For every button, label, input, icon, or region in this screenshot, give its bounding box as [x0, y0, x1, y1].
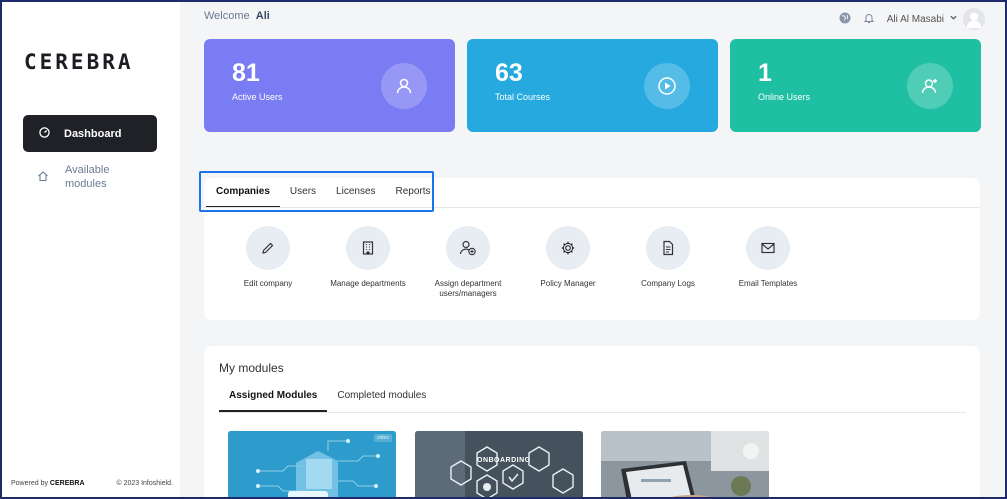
gear-icon	[546, 226, 590, 270]
bell-icon[interactable]	[863, 12, 875, 27]
gauge-icon	[39, 126, 50, 141]
module-thumbnail-illustration	[415, 431, 583, 499]
stat-label: Total Courses	[495, 92, 551, 102]
stat-card-online-users: 1 Online Users	[730, 39, 981, 132]
module-thumbnail-illustration	[228, 431, 396, 499]
user-add-icon	[446, 226, 490, 270]
my-modules-section: My modules Assigned Modules Completed mo…	[204, 346, 980, 499]
welcome-name: Ali	[255, 10, 270, 22]
assign-department-users-button[interactable]: Assign department users/managers	[418, 226, 518, 299]
video-badge: video	[374, 434, 392, 442]
sidebar-footer: Powered by CEREBRA © 2023 Infoshield.	[11, 480, 173, 487]
action-label: Manage departments	[330, 279, 406, 288]
user-name: Ali Al Masabi	[886, 13, 944, 25]
document-icon	[646, 226, 690, 270]
company-logs-button[interactable]: Company Logs	[618, 226, 718, 299]
stat-label: Active Users	[232, 92, 283, 102]
edit-company-button[interactable]: Edit company	[218, 226, 318, 299]
copyright: © 2023 Infoshield.	[116, 480, 173, 487]
tab-bar: Companies Users Licenses Reports	[206, 182, 441, 208]
company-actions: Edit company Manage departments Assign d…	[218, 226, 818, 299]
tabs-divider	[204, 207, 980, 208]
tab-completed-modules[interactable]: Completed modules	[327, 390, 436, 412]
sidebar-item-label: Available modules	[65, 164, 110, 190]
action-label: Assign department users/managers	[434, 279, 502, 298]
company-panel: Companies Users Licenses Reports Edit co…	[204, 178, 980, 320]
building-icon	[346, 226, 390, 270]
home-icon	[37, 170, 49, 185]
action-label: Edit company	[243, 279, 293, 288]
stat-card-active-users: 81 Active Users	[204, 39, 455, 132]
stat-value: 81	[232, 59, 260, 87]
pencil-icon	[246, 226, 290, 270]
sidebar-item-available-modules[interactable]: Available modules	[23, 162, 157, 192]
sidebar-item-label: Dashboard	[64, 127, 122, 140]
policy-manager-button[interactable]: Policy Manager	[518, 226, 618, 299]
powered-by: Powered by CEREBRA	[11, 480, 85, 487]
user-plus-icon	[907, 63, 953, 109]
globe-icon[interactable]	[839, 12, 851, 27]
stat-card-total-courses: 63 Total Courses	[467, 39, 718, 132]
module-thumbnail-illustration	[601, 431, 769, 499]
tab-reports[interactable]: Reports	[386, 182, 441, 208]
sidebar: CEREBRA Dashboard Available modules Powe…	[2, 2, 180, 497]
stat-value: 63	[495, 59, 523, 87]
avatar[interactable]	[963, 8, 985, 30]
tab-companies[interactable]: Companies	[206, 182, 280, 208]
action-label: Email Templates	[738, 279, 798, 288]
manage-departments-button[interactable]: Manage departments	[318, 226, 418, 299]
section-title: My modules	[219, 361, 284, 375]
header-actions: Ali Al Masabi	[839, 8, 985, 30]
mail-icon	[746, 226, 790, 270]
action-label: Policy Manager	[540, 279, 596, 288]
tab-licenses[interactable]: Licenses	[326, 182, 385, 208]
onboarding-overlay-text: ONBOARDING	[477, 457, 531, 464]
welcome-text: Welcome Ali	[204, 10, 270, 22]
play-icon	[644, 63, 690, 109]
module-card[interactable]: video	[228, 431, 396, 499]
sidebar-item-dashboard[interactable]: Dashboard	[23, 115, 157, 152]
module-card[interactable]: ONBOARDING	[415, 431, 583, 499]
action-label: Company Logs	[641, 279, 695, 288]
user-menu[interactable]: Ali Al Masabi	[887, 8, 985, 30]
chevron-down-icon	[949, 13, 958, 25]
stat-label: Online Users	[758, 92, 811, 102]
user-icon	[381, 63, 427, 109]
cerebra-logo: CEREBRA	[24, 50, 134, 74]
stat-value: 1	[758, 59, 772, 87]
tab-assigned-modules[interactable]: Assigned Modules	[219, 390, 328, 412]
modules-tab-bar: Assigned Modules Completed modules	[219, 390, 436, 412]
tab-users[interactable]: Users	[280, 182, 326, 208]
modules-divider	[219, 412, 966, 413]
email-templates-button[interactable]: Email Templates	[718, 226, 818, 299]
module-card[interactable]	[601, 431, 769, 499]
